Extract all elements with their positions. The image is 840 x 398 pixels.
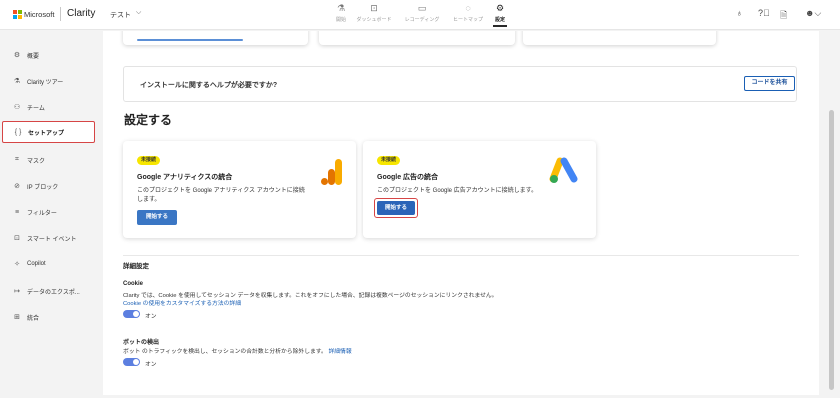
- bot-detection-toggle[interactable]: [123, 358, 140, 366]
- sidebar-item-clarity-tour[interactable]: ⚗ Clarity ツアー: [2, 70, 95, 92]
- globe-block-icon: ⊘: [14, 183, 20, 190]
- sidebar-item-filter[interactable]: ≡ フィルター: [2, 201, 95, 223]
- status-badge: 未接続: [137, 156, 161, 165]
- ads-start-button[interactable]: 開始する: [377, 201, 415, 215]
- smart-event-icon: ⊡: [14, 235, 20, 242]
- card-title: Google 広告の統合: [377, 174, 439, 181]
- card-description: このプロジェクトを Google アナリティクス アカウントに接続します。: [137, 188, 305, 203]
- copilot-icon: ✧: [14, 261, 20, 268]
- sidebar-item-label: 統合: [27, 315, 40, 322]
- status-badge: 未接続: [377, 156, 401, 165]
- document-icon[interactable]: 🗎: [780, 8, 787, 24]
- sidebar-item-label: データのエクスポ...: [27, 289, 80, 296]
- bot-toggle-label: オン: [145, 362, 157, 368]
- section-title: 設定する: [124, 113, 173, 127]
- summary-card: [123, 31, 308, 45]
- card-title: Google アナリティクスの統合: [137, 174, 233, 181]
- sidebar-item-label: マスク: [27, 158, 46, 165]
- heatmap-icon: ◌: [465, 3, 471, 13]
- google-ads-logo-icon: [549, 157, 578, 183]
- share-code-button[interactable]: コードを共有: [744, 76, 795, 91]
- share-people-icon[interactable]: ♁: [736, 8, 743, 18]
- sidebar-item-label: Copilot: [27, 261, 46, 267]
- sidebar-item-data-export[interactable]: ↦ データのエクスポ...: [2, 280, 95, 302]
- nav-settings-label: 設定: [494, 17, 505, 23]
- sidebar-item-label: チーム: [27, 105, 45, 112]
- sidebar-item-smart-events[interactable]: ⊡ スマート イベント: [2, 227, 95, 249]
- nav-start[interactable]: ⚗ 開始: [333, 3, 349, 27]
- sidebar-item-label: Clarity ツアー: [27, 79, 64, 86]
- nav-start-label: 開始: [335, 17, 346, 23]
- sidebar-item-copilot[interactable]: ✧ Copilot: [2, 253, 95, 275]
- sidebar: ⚙ 概要 ⚗ Clarity ツアー ⚇ チーム { } セットアップ ⌗ マス…: [0, 31, 97, 398]
- account-icon[interactable]: ☻⌵: [805, 8, 821, 19]
- advanced-settings-title: 詳細設定: [123, 263, 149, 270]
- cookie-learn-more-link[interactable]: Cookie の使用をカスタマイズする方法の詳細: [123, 298, 241, 307]
- dashboard-icon: ⊡: [370, 3, 378, 13]
- summary-card: [319, 31, 515, 45]
- top-bar: Microsoft Clarity テスト ⌵ ⚗ 開始 ⊡ ダッシュボード ▭…: [0, 0, 840, 30]
- team-icon: ⚇: [13, 104, 21, 111]
- nav-dashboard[interactable]: ⊡ ダッシュボード: [354, 3, 394, 27]
- project-selector[interactable]: テスト: [110, 10, 131, 20]
- brand-microsoft: Microsoft: [24, 10, 55, 19]
- flask-icon: ⚗: [336, 3, 346, 13]
- ga-start-button[interactable]: 開始する: [137, 210, 177, 225]
- sidebar-item-label: スマート イベント: [27, 236, 77, 243]
- main-panel: インストールに関するヘルプが必要ですか? コードを共有 設定する 未接続 Goo…: [103, 31, 819, 395]
- chevron-down-icon[interactable]: ⌵: [136, 9, 141, 17]
- nav-dashboard-label: ダッシュボード: [356, 17, 392, 23]
- section-divider: [123, 255, 799, 256]
- flask-icon: ⚗: [13, 78, 21, 85]
- sidebar-item-setup[interactable]: { } セットアップ: [2, 121, 95, 143]
- gear-icon: ⚙: [13, 52, 21, 59]
- sidebar-item-ip-block[interactable]: ⊘ IP ブロック: [2, 175, 95, 197]
- help-banner: インストールに関するヘルプが必要ですか? コードを共有: [123, 66, 797, 102]
- sidebar-item-label: IP ブロック: [27, 184, 59, 191]
- bot-detection-description: ボット のトラフィックを検出し、セッションの合計数と分析から除外します。 詳細情…: [123, 346, 352, 355]
- integration-icon: ⊞: [14, 314, 20, 321]
- help-icon[interactable]: ?⃝: [758, 8, 770, 18]
- sidebar-item-label: セットアップ: [28, 130, 65, 137]
- scrollbar[interactable]: [829, 110, 834, 390]
- gear-icon: ⚙: [495, 3, 505, 13]
- microsoft-logo-icon: [13, 10, 22, 19]
- braces-icon: { }: [14, 128, 22, 136]
- filter-icon: ≡: [14, 208, 20, 216]
- sidebar-item-mask[interactable]: ⌗ マスク: [2, 149, 95, 171]
- sidebar-item-label: フィルター: [27, 210, 57, 217]
- card-description: このプロジェクトを Google 広告アカウントに接続します。: [377, 188, 538, 194]
- brand-divider: [60, 7, 61, 21]
- export-icon: ↦: [14, 288, 20, 295]
- sidebar-item-team[interactable]: ⚇ チーム: [2, 96, 95, 118]
- sidebar-item-integrations[interactable]: ⊞ 統合: [2, 306, 95, 328]
- bot-learn-more-link[interactable]: 詳細情報: [328, 349, 351, 355]
- sidebar-item-label: 概要: [27, 53, 40, 60]
- bot-detection-text: ボット のトラフィックを検出し、セッションの合計数と分析から除外します。: [123, 349, 327, 355]
- cookie-title: Cookie: [123, 281, 144, 287]
- brand-clarity[interactable]: Clarity: [67, 8, 95, 19]
- nav-heatmaps[interactable]: ◌ ヒートマップ: [450, 3, 486, 27]
- cookie-toggle[interactable]: [123, 310, 140, 318]
- nav-settings[interactable]: ⚙ 設定: [493, 3, 507, 27]
- bot-detection-title: ボットの検出: [123, 340, 160, 346]
- summary-card: [523, 31, 716, 45]
- nav-recordings[interactable]: ▭ レコーディング: [402, 3, 442, 27]
- progress-bar: [137, 39, 243, 41]
- ga-integration-card: 未接続 Google アナリティクスの統合 このプロジェクトを Google ア…: [123, 141, 356, 238]
- sidebar-item-overview[interactable]: ⚙ 概要: [2, 44, 95, 66]
- cookie-toggle-label: オン: [145, 314, 157, 320]
- mask-icon: ⌗: [15, 156, 19, 163]
- google-ads-integration-card: 未接続 Google 広告の統合 このプロジェクトを Google 広告アカウン…: [363, 141, 596, 238]
- nav-recordings-label: レコーディング: [404, 17, 440, 23]
- nav-heatmaps-label: ヒートマップ: [452, 17, 483, 23]
- video-icon: ▭: [417, 3, 427, 13]
- help-text: インストールに関するヘルプが必要ですか?: [140, 82, 278, 89]
- google-analytics-logo-icon: [321, 159, 342, 185]
